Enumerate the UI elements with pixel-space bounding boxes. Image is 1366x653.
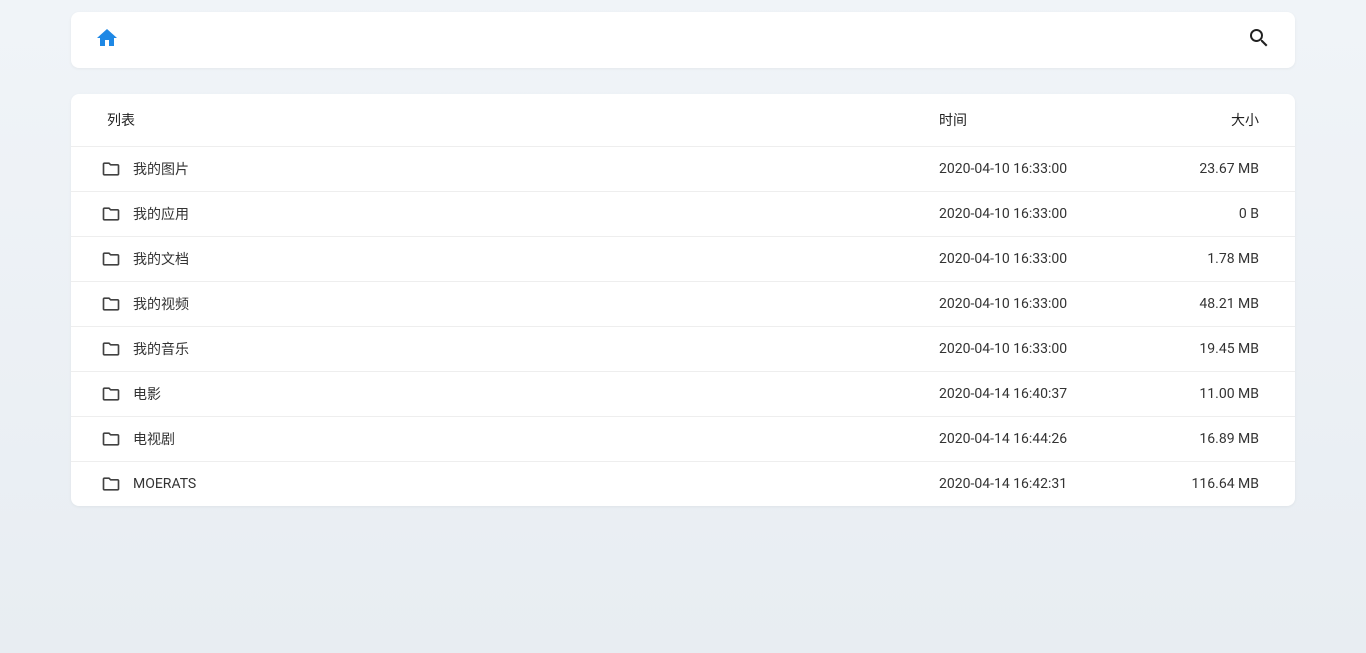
item-size: 116.64 MB	[1159, 476, 1279, 492]
header-time: 时间	[939, 110, 1159, 130]
item-name-cell: 我的视频	[101, 294, 939, 314]
item-name: 我的音乐	[133, 339, 189, 359]
list-item[interactable]: 电影 2020-04-14 16:40:3711.00 MB	[71, 371, 1295, 416]
item-name-cell: 我的音乐	[101, 339, 939, 359]
list-item[interactable]: 我的音乐 2020-04-10 16:33:0019.45 MB	[71, 326, 1295, 371]
item-time: 2020-04-14 16:44:26	[939, 431, 1159, 447]
folder-icon	[101, 204, 121, 224]
item-name: MOERATS	[133, 476, 196, 492]
header-size: 大小	[1159, 110, 1279, 130]
item-size: 1.78 MB	[1159, 251, 1279, 267]
list-item[interactable]: 电视剧 2020-04-14 16:44:2616.89 MB	[71, 416, 1295, 461]
search-button[interactable]	[1247, 26, 1271, 54]
list-item[interactable]: 我的应用 2020-04-10 16:33:000 B	[71, 191, 1295, 236]
item-size: 16.89 MB	[1159, 431, 1279, 447]
folder-icon	[101, 474, 121, 494]
item-time: 2020-04-10 16:33:00	[939, 161, 1159, 177]
item-time: 2020-04-10 16:33:00	[939, 251, 1159, 267]
list-header: 列表 时间 大小	[71, 94, 1295, 146]
file-list-card: 列表 时间 大小 我的图片2020-04-10 16:33:0023.67 MB…	[71, 94, 1295, 506]
item-name: 我的应用	[133, 204, 189, 224]
item-size: 23.67 MB	[1159, 161, 1279, 177]
item-time: 2020-04-10 16:33:00	[939, 296, 1159, 312]
list-item[interactable]: 我的图片 2020-04-10 16:33:0023.67 MB	[71, 146, 1295, 191]
list-item[interactable]: 我的文档 2020-04-10 16:33:001.78 MB	[71, 236, 1295, 281]
item-name-cell: 电视剧	[101, 429, 939, 449]
item-size: 11.00 MB	[1159, 386, 1279, 402]
search-icon	[1247, 26, 1271, 54]
item-name-cell: 我的应用	[101, 204, 939, 224]
list-item[interactable]: MOERATS 2020-04-14 16:42:31116.64 MB	[71, 461, 1295, 506]
folder-icon	[101, 384, 121, 404]
item-size: 48.21 MB	[1159, 296, 1279, 312]
folder-icon	[101, 294, 121, 314]
item-name: 电视剧	[133, 429, 175, 449]
item-time: 2020-04-10 16:33:00	[939, 206, 1159, 222]
toolbar	[71, 12, 1295, 68]
header-name: 列表	[107, 110, 939, 130]
home-button[interactable]	[95, 26, 119, 54]
item-time: 2020-04-10 16:33:00	[939, 341, 1159, 357]
list-item[interactable]: 我的视频 2020-04-10 16:33:0048.21 MB	[71, 281, 1295, 326]
item-name-cell: 我的图片	[101, 159, 939, 179]
item-name-cell: 我的文档	[101, 249, 939, 269]
item-time: 2020-04-14 16:42:31	[939, 476, 1159, 492]
folder-icon	[101, 159, 121, 179]
item-name: 我的文档	[133, 249, 189, 269]
item-time: 2020-04-14 16:40:37	[939, 386, 1159, 402]
item-size: 19.45 MB	[1159, 341, 1279, 357]
folder-icon	[101, 249, 121, 269]
item-name: 电影	[133, 384, 161, 404]
folder-icon	[101, 339, 121, 359]
item-size: 0 B	[1159, 206, 1279, 222]
folder-icon	[101, 429, 121, 449]
item-name-cell: 电影	[101, 384, 939, 404]
item-name: 我的视频	[133, 294, 189, 314]
item-name: 我的图片	[133, 159, 189, 179]
home-icon	[95, 26, 119, 54]
item-name-cell: MOERATS	[101, 474, 939, 494]
